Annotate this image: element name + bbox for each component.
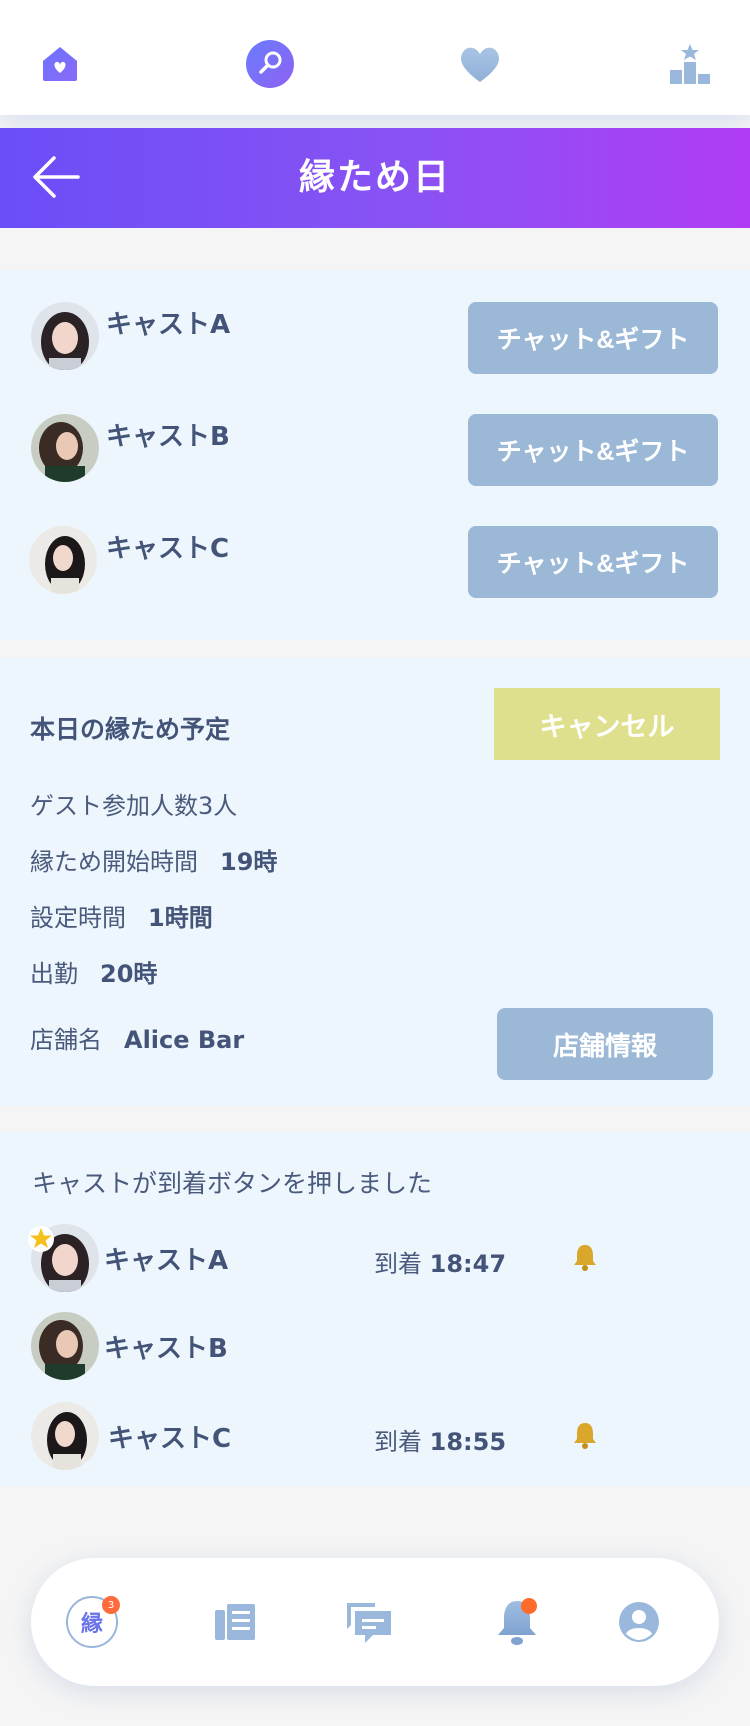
avatar[interactable] bbox=[31, 1312, 99, 1380]
arrival-time-value: 18:47 bbox=[429, 1250, 507, 1278]
arrival-label: 到着 bbox=[374, 1428, 422, 1456]
page-header: 縁ため日 bbox=[0, 128, 750, 228]
shift-label: 出勤 bbox=[30, 960, 78, 988]
chat-icon[interactable] bbox=[341, 1594, 397, 1650]
duration-value: 1時間 bbox=[148, 904, 213, 932]
cast-chat-panel: キャストA チャット&ギフト キャストB チャット&ギフト キャストC チャット… bbox=[0, 270, 750, 640]
chat-gift-button[interactable]: チャット&ギフト bbox=[468, 302, 718, 374]
shift-time: 出勤 20時 bbox=[30, 954, 157, 989]
avatar[interactable] bbox=[31, 414, 99, 482]
arrival-time: 到着 18:47 bbox=[374, 1244, 506, 1279]
schedule-title: 本日の縁ため予定 bbox=[30, 715, 231, 744]
cast-name: キャストA bbox=[104, 1246, 229, 1276]
cast-name: キャストA bbox=[106, 310, 231, 340]
guest-count-label: ゲスト参加人数3人 bbox=[30, 792, 238, 820]
cast-name: キャストB bbox=[104, 1334, 228, 1364]
en-count-badge: 3 bbox=[102, 1596, 120, 1614]
chat-gift-button[interactable]: チャット&ギフト bbox=[468, 414, 718, 486]
profile-icon[interactable] bbox=[611, 1594, 667, 1650]
page-title: 縁ため日 bbox=[298, 157, 451, 198]
store-info-button[interactable]: 店舗情報 bbox=[497, 1008, 713, 1080]
cast-name: キャストC bbox=[108, 1424, 232, 1454]
store-name: 店舗名 Alice Bar bbox=[30, 1020, 244, 1055]
star-icon bbox=[28, 1226, 54, 1252]
start-time-value: 19時 bbox=[220, 848, 278, 876]
list-icon[interactable] bbox=[207, 1594, 263, 1650]
duration: 設定時間 1時間 bbox=[30, 898, 213, 933]
cancel-button[interactable]: キャンセル bbox=[494, 688, 720, 760]
bell-icon[interactable] bbox=[570, 1242, 600, 1272]
guest-count: ゲスト参加人数3人 bbox=[30, 786, 237, 821]
bell-icon[interactable] bbox=[489, 1594, 545, 1650]
home-heart-icon[interactable] bbox=[32, 36, 88, 92]
store-label: 店舗名 bbox=[30, 1026, 102, 1054]
avatar[interactable] bbox=[31, 1402, 99, 1470]
schedule-panel: 本日の縁ため予定 キャンセル ゲスト参加人数3人 縁ため開始時間 19時 設定時間… bbox=[0, 658, 750, 1106]
avatar[interactable] bbox=[31, 302, 99, 370]
arrival-title: キャストが到着ボタンを押しました bbox=[32, 1169, 433, 1198]
avatar[interactable] bbox=[29, 526, 97, 594]
store-value: Alice Bar bbox=[124, 1026, 245, 1054]
ranking-icon[interactable] bbox=[662, 36, 718, 92]
arrival-time: 到着 18:55 bbox=[374, 1422, 506, 1457]
arrival-time-value: 18:55 bbox=[429, 1428, 507, 1456]
arrival-label: 到着 bbox=[374, 1250, 422, 1278]
cast-name: キャストC bbox=[106, 534, 230, 564]
top-navigation bbox=[0, 0, 750, 115]
bell-icon[interactable] bbox=[570, 1420, 600, 1450]
start-time-label: 縁ため開始時間 bbox=[30, 848, 198, 876]
notification-dot bbox=[521, 1598, 537, 1614]
shift-value: 20時 bbox=[100, 960, 158, 988]
bottom-navigation: 縁 3 bbox=[31, 1558, 719, 1686]
arrival-panel: キャストが到着ボタンを押しました キャストA 到着 18:47 キャストB キャ… bbox=[0, 1132, 750, 1486]
search-icon[interactable] bbox=[242, 36, 298, 92]
start-time: 縁ため開始時間 19時 bbox=[30, 842, 277, 877]
cast-name: キャストB bbox=[106, 422, 230, 452]
heart-icon[interactable] bbox=[452, 36, 508, 92]
chat-gift-button[interactable]: チャット&ギフト bbox=[468, 526, 718, 598]
duration-label: 設定時間 bbox=[30, 904, 126, 932]
